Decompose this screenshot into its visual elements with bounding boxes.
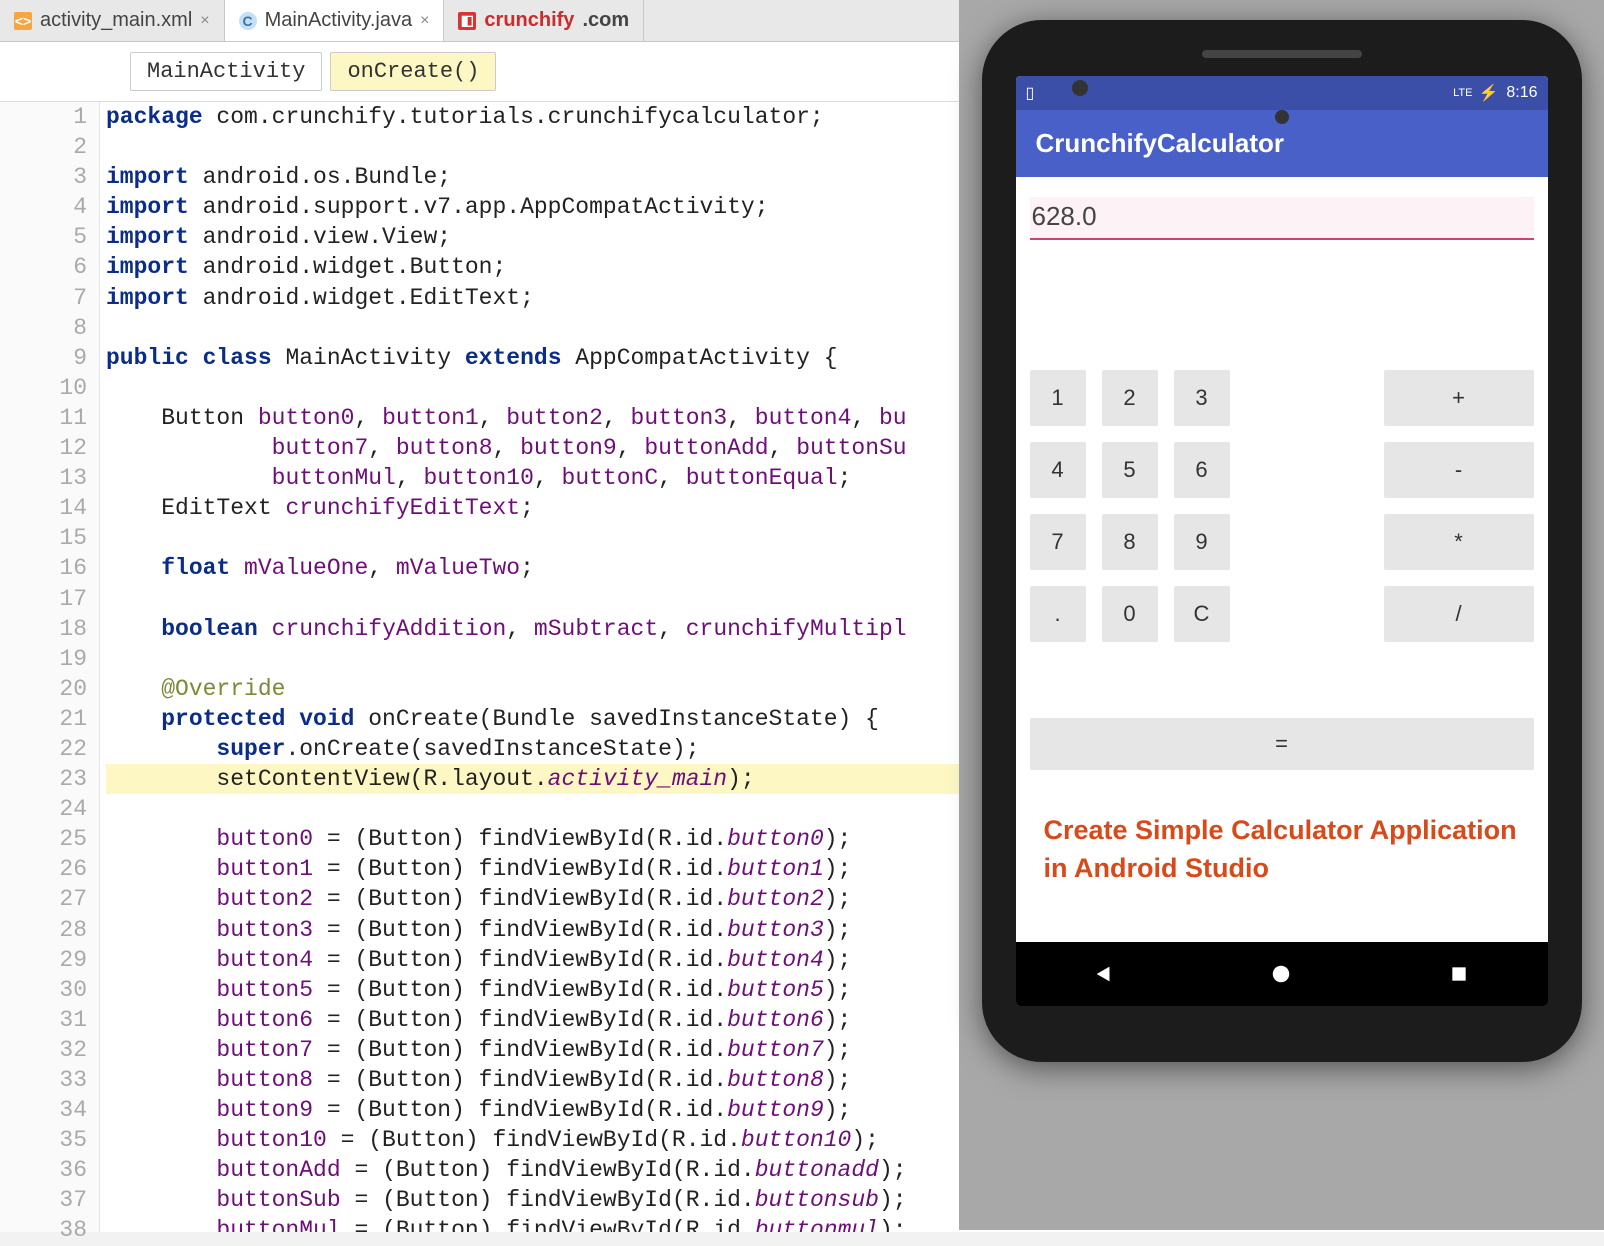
line-number: 22: [0, 734, 87, 764]
calculator-display[interactable]: [1030, 197, 1534, 240]
line-number: 17: [0, 584, 87, 614]
camera-icon: [1072, 80, 1088, 96]
crunchify-icon: ◧: [458, 12, 476, 30]
key--[interactable]: -: [1384, 442, 1534, 498]
caption-text: Create Simple Calculator Application in …: [1016, 800, 1548, 908]
tab-crunchify-site[interactable]: ◧ crunchify.com: [444, 0, 644, 41]
line-number: 35: [0, 1125, 87, 1155]
java-file-icon: C: [239, 12, 257, 30]
line-number: 6: [0, 252, 87, 282]
key-5[interactable]: 5: [1102, 442, 1158, 498]
key-2[interactable]: 2: [1102, 370, 1158, 426]
network-label: LTE: [1453, 87, 1472, 99]
key-8[interactable]: 8: [1102, 514, 1158, 570]
line-number: 28: [0, 915, 87, 945]
line-number: 8: [0, 313, 87, 343]
key-9[interactable]: 9: [1174, 514, 1230, 570]
line-number: 3: [0, 162, 87, 192]
key-/[interactable]: /: [1384, 586, 1534, 642]
line-number-gutter: 1234567891011121314151617181920212223242…: [0, 102, 100, 1232]
line-number: 25: [0, 824, 87, 854]
calculator-keypad: 123 +456 - 789 *. 0C / =: [1016, 240, 1548, 800]
line-number: 20: [0, 674, 87, 704]
close-icon[interactable]: ×: [200, 12, 209, 30]
line-number: 15: [0, 523, 87, 553]
app-bar-title: CrunchifyCalculator: [1016, 110, 1548, 177]
breadcrumb-class[interactable]: MainActivity: [130, 52, 322, 91]
line-number: 34: [0, 1095, 87, 1125]
line-number: 31: [0, 1005, 87, 1035]
line-number: 4: [0, 192, 87, 222]
back-icon[interactable]: [1091, 961, 1117, 987]
line-number: 5: [0, 222, 87, 252]
line-number: 12: [0, 433, 87, 463]
battery-icon: ⚡: [1478, 83, 1498, 103]
tab-mainactivity-java[interactable]: C MainActivity.java ×: [225, 0, 445, 41]
line-number: 9: [0, 343, 87, 373]
line-number: 27: [0, 884, 87, 914]
sim-icon: ▯: [1026, 83, 1035, 103]
key-6[interactable]: 6: [1174, 442, 1230, 498]
line-number: 32: [0, 1035, 87, 1065]
clock-label: 8:16: [1506, 84, 1537, 102]
close-icon[interactable]: ×: [420, 12, 429, 30]
recent-apps-icon[interactable]: [1446, 961, 1472, 987]
line-number: 13: [0, 463, 87, 493]
line-number: 16: [0, 553, 87, 583]
emulator-panel: ▯ LTE ⚡ 8:16 CrunchifyCalculator 123 +456…: [959, 0, 1604, 1230]
key-3[interactable]: 3: [1174, 370, 1230, 426]
tab-label: crunchify: [484, 9, 574, 32]
status-bar: ▯ LTE ⚡ 8:16: [1016, 76, 1548, 110]
line-number: 24: [0, 794, 87, 824]
line-number: 2: [0, 132, 87, 162]
breadcrumb-method[interactable]: onCreate(): [330, 52, 496, 91]
line-number: 38: [0, 1215, 87, 1245]
phone-screen: ▯ LTE ⚡ 8:16 CrunchifyCalculator 123 +456…: [1016, 76, 1548, 1006]
line-number: 36: [0, 1155, 87, 1185]
xml-file-icon: <>: [14, 12, 32, 30]
line-number: 29: [0, 945, 87, 975]
line-number: 23: [0, 764, 87, 794]
key-4[interactable]: 4: [1030, 442, 1086, 498]
line-number: 1: [0, 102, 87, 132]
line-number: 26: [0, 854, 87, 884]
key-*[interactable]: *: [1384, 514, 1534, 570]
line-number: 11: [0, 403, 87, 433]
key-.[interactable]: .: [1030, 586, 1086, 642]
home-icon[interactable]: [1268, 961, 1294, 987]
key-+[interactable]: +: [1384, 370, 1534, 426]
line-number: 21: [0, 704, 87, 734]
line-number: 10: [0, 373, 87, 403]
line-number: 14: [0, 493, 87, 523]
key-0[interactable]: 0: [1102, 586, 1158, 642]
android-nav-bar: [1016, 942, 1548, 1006]
key-C[interactable]: C: [1174, 586, 1230, 642]
phone-frame: ▯ LTE ⚡ 8:16 CrunchifyCalculator 123 +456…: [982, 20, 1582, 1062]
key-7[interactable]: 7: [1030, 514, 1086, 570]
line-number: 30: [0, 975, 87, 1005]
key-1[interactable]: 1: [1030, 370, 1086, 426]
line-number: 7: [0, 283, 87, 313]
tab-label: activity_main.xml: [40, 9, 192, 32]
line-number: 37: [0, 1185, 87, 1215]
tab-label: MainActivity.java: [265, 9, 412, 32]
line-number: 33: [0, 1065, 87, 1095]
key-equals[interactable]: =: [1030, 718, 1534, 770]
line-number: 19: [0, 644, 87, 674]
line-number: 18: [0, 614, 87, 644]
tab-activity-main-xml[interactable]: <> activity_main.xml ×: [0, 0, 225, 41]
